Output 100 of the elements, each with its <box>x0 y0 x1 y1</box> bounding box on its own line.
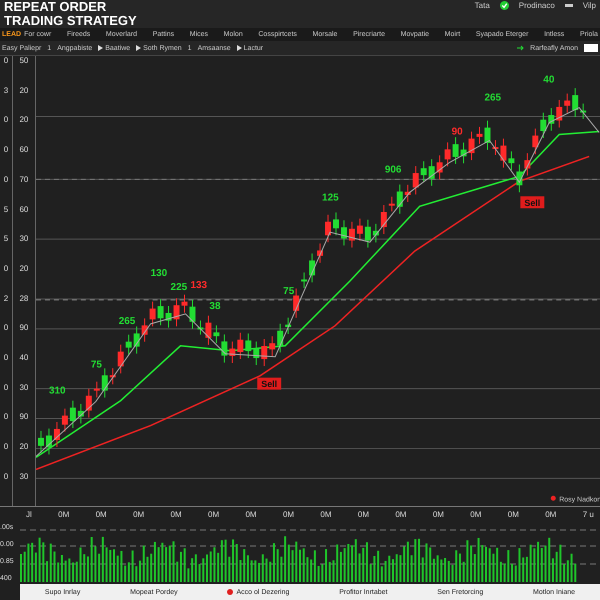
candlestick <box>221 334 228 364</box>
axis-label: 20 <box>18 442 30 452</box>
candlestick <box>484 120 490 150</box>
candlestick <box>46 428 52 455</box>
axis-label: 90 <box>18 323 30 332</box>
price-label: 225 <box>170 282 188 293</box>
candlestick <box>468 131 474 161</box>
axis-label: 0 <box>2 145 10 154</box>
candlestick <box>78 403 84 424</box>
candlestick <box>94 381 100 398</box>
candlestick <box>316 243 323 264</box>
minus-icon[interactable] <box>564 4 573 8</box>
candlestick <box>564 93 570 114</box>
candlestick <box>380 204 387 235</box>
axis-label: 5 <box>2 204 10 214</box>
axis-label: 20 <box>18 115 30 124</box>
axis-label: 0M <box>470 510 482 519</box>
header-link[interactable]: Prodinaco <box>518 1 555 10</box>
candlestick <box>173 298 180 327</box>
candlestick <box>436 154 442 180</box>
candlestick <box>261 338 268 367</box>
header-link[interactable]: Tata <box>474 1 490 10</box>
candlestick <box>54 421 60 448</box>
color-swatch[interactable] <box>584 44 598 52</box>
play-icon[interactable] <box>236 45 242 51</box>
price-label: 130 <box>150 268 168 280</box>
axis-label: 60 <box>18 204 30 214</box>
axis-label: 0 <box>2 472 10 481</box>
app-title: TRADING STRATEGY <box>4 14 137 28</box>
candlestick <box>118 344 124 374</box>
axis-label: 0M <box>133 510 144 519</box>
axis-label: 0 <box>2 115 10 124</box>
candlestick <box>492 140 498 156</box>
price-label: 40 <box>543 74 554 86</box>
candlestick <box>38 430 44 454</box>
candlestick <box>412 166 419 195</box>
axis-label: 0 <box>2 56 10 65</box>
axis-label: 0 <box>2 264 10 273</box>
candlestick <box>157 298 164 326</box>
candlestick <box>460 142 466 164</box>
axis-label: 30 <box>18 382 30 392</box>
price-label: 906 <box>384 164 402 176</box>
candlestick <box>237 332 244 360</box>
candlestick <box>134 326 140 354</box>
axis-label: 0M <box>395 510 406 519</box>
sell-tag: Sell <box>520 196 544 208</box>
candlestick <box>245 333 252 359</box>
candlestick <box>150 301 156 327</box>
axis-label: 0M <box>432 510 444 519</box>
price-label: 265 <box>484 92 501 104</box>
candlestick <box>277 323 284 353</box>
candlestick <box>126 334 132 356</box>
candlestick <box>404 184 411 202</box>
axis-label: 30 <box>18 234 30 244</box>
axis-label: 0M <box>170 510 182 519</box>
price-label: 125 <box>322 192 339 204</box>
price-label: 310 <box>48 386 66 397</box>
candlestick <box>181 294 188 314</box>
candlestick <box>348 221 355 248</box>
candlestick <box>388 196 395 212</box>
candlestick <box>269 336 276 357</box>
candlestick <box>70 400 76 429</box>
price-label: 133 <box>190 280 207 291</box>
candlestick <box>142 318 148 342</box>
candlestick <box>102 368 108 398</box>
candlestick <box>548 108 554 132</box>
arrow-icon <box>517 45 524 51</box>
axis-label: 0M <box>545 510 556 519</box>
candlestick <box>508 150 514 171</box>
check-icon <box>500 1 509 10</box>
candlestick <box>420 160 427 183</box>
candlestick <box>372 223 379 243</box>
axis-label: 3 <box>2 86 10 95</box>
candlestick <box>308 253 315 283</box>
axis-label: 0 <box>2 174 10 184</box>
candlestick <box>197 320 204 336</box>
legend-dot <box>550 496 556 501</box>
axis-label: 0M <box>208 510 220 519</box>
app-title: REPEAT ORDER <box>4 0 108 14</box>
axis-label: 0 <box>2 412 10 422</box>
axis-label: 0 <box>2 353 10 362</box>
axis-label: 5 <box>2 234 10 244</box>
price-label: 75 <box>283 286 294 297</box>
axis-label: 0 <box>2 442 10 452</box>
candlestick <box>62 408 68 432</box>
axis-label: 30 <box>18 472 30 481</box>
price-label: 90 <box>451 126 463 138</box>
axis-label: 50 <box>18 56 30 65</box>
header-link[interactable]: Vilp <box>582 1 596 10</box>
axis-label: 2 <box>2 294 10 303</box>
candlestick <box>205 315 212 346</box>
axis-label: 0M <box>320 510 332 519</box>
play-icon[interactable] <box>136 45 142 51</box>
candlestick <box>556 99 562 128</box>
axis-label: 20 <box>18 264 30 273</box>
price-label: 265 <box>118 316 136 327</box>
play-icon[interactable] <box>98 45 104 51</box>
candlestick <box>364 219 371 248</box>
axis-label: Jl <box>26 510 32 519</box>
candlestick <box>86 388 92 418</box>
